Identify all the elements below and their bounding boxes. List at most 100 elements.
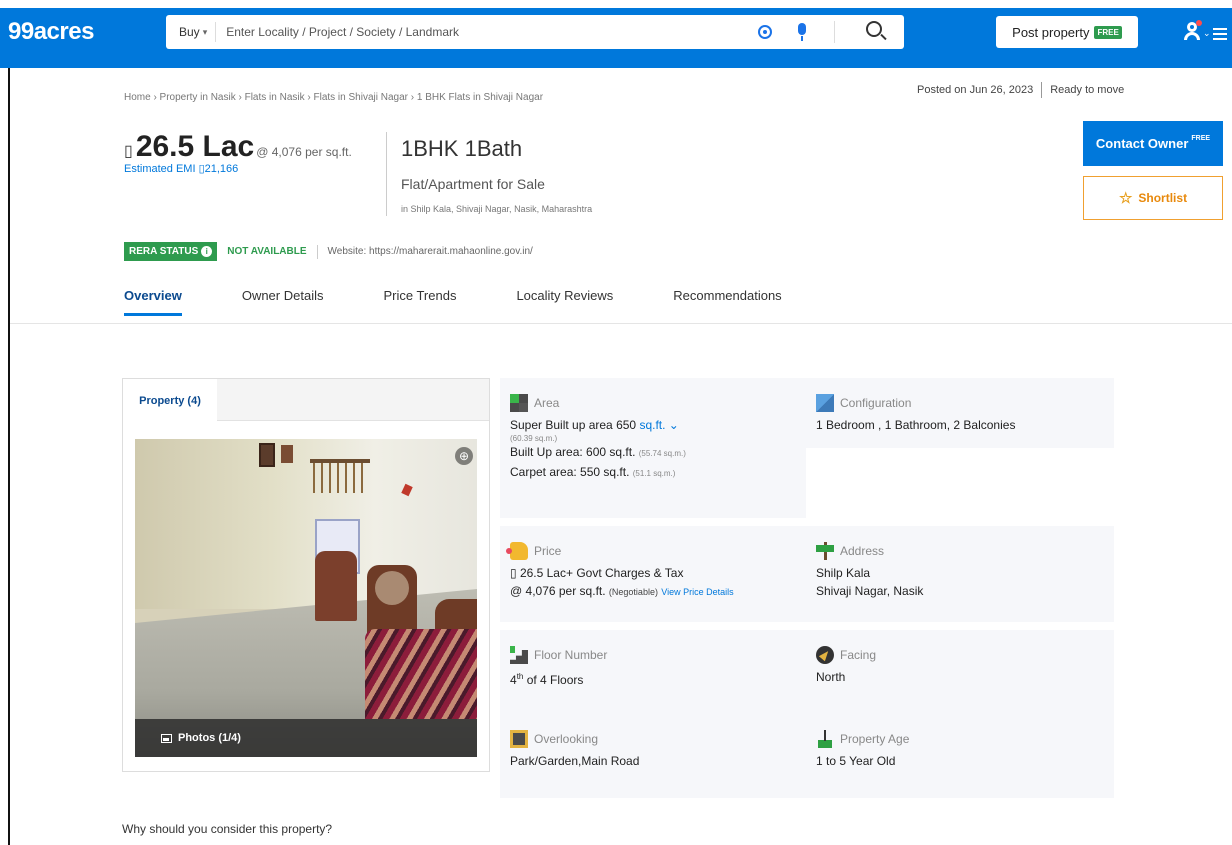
breadcrumb[interactable]: Home › Property in Nasik › Flats in Nasi… <box>124 92 543 103</box>
posted-date: Posted on Jun 26, 2023 <box>917 84 1034 96</box>
buy-dropdown-label: Buy <box>179 25 200 39</box>
zoom-in-icon[interactable]: ⊕ <box>455 447 473 465</box>
address-line1: Shilp Kala <box>816 566 871 580</box>
photo-card: Property (4) ⊕ Photos (1/4) <box>122 378 490 772</box>
detail-age-heading: Property Age <box>816 730 1104 748</box>
detail-configuration-label: Configuration <box>840 396 912 410</box>
configuration-value: 1 Bedroom , 1 Bathroom, 2 Balconies <box>816 418 1016 432</box>
photo-wall-frame <box>281 445 293 463</box>
property-photo[interactable]: ⊕ Photos (1/4) <box>135 439 477 757</box>
tab-locality-reviews[interactable]: Locality Reviews <box>516 288 613 316</box>
built-up-area-sqm: (55.74 sq.m.) <box>638 449 686 458</box>
building-age-icon <box>816 730 834 748</box>
shortlist-label: Shortlist <box>1138 191 1188 205</box>
contact-owner-button[interactable]: Contact Owner FREE <box>1083 121 1223 166</box>
price-block: ▯ 26.5 Lac @ 4,076 per sq.ft. <box>124 130 352 164</box>
detail-address: Address Shilp Kala Shivaji Nagar, Nasik <box>806 526 1114 622</box>
window-icon <box>510 730 528 748</box>
post-property-button[interactable]: Post property FREE <box>996 16 1138 48</box>
microphone-icon[interactable] <box>798 23 806 41</box>
search-divider <box>215 22 217 42</box>
shortlist-button[interactable]: ☆ Shortlist <box>1083 176 1223 220</box>
property-age-value: 1 to 5 Year Old <box>816 754 896 768</box>
estimated-emi-link[interactable]: Estimated EMI ▯21,166 <box>124 162 238 175</box>
section-tabs: Overview Owner Details Price Trends Loca… <box>124 288 842 316</box>
super-built-area-value: Super Built up area 650 <box>510 418 637 432</box>
detail-overlooking-label: Overlooking <box>534 732 599 746</box>
address-line2: Shivaji Nagar, Nasik <box>816 584 924 598</box>
config-title: 1BHK 1Bath <box>401 136 523 161</box>
top-strip <box>0 0 1232 8</box>
chevron-down-icon[interactable]: ⌄ <box>1203 28 1211 39</box>
detail-age-label: Property Age <box>840 732 910 746</box>
detail-overlooking: Overlooking Park/Garden,Main Road <box>500 714 806 798</box>
user-account-icon[interactable] <box>1184 20 1202 40</box>
built-up-area-value: Built Up area: 600 sq.ft. <box>510 445 636 459</box>
search-divider-2 <box>834 21 835 43</box>
top-header: 99acres Buy ▾ Post property FREE ⌄ <box>0 8 1232 68</box>
contact-owner-label: Contact Owner <box>1095 136 1189 151</box>
rera-website: Website: https://maharerait.mahaonline.g… <box>327 246 533 257</box>
photo-count: Photos (1/4) <box>178 732 241 744</box>
rera-row: RERA STATUS i NOT AVAILABLE Website: htt… <box>124 242 533 261</box>
posted-info: Posted on Jun 26, 2023 Ready to move <box>917 82 1124 98</box>
detail-price-label: Price <box>534 544 562 558</box>
detail-floor: Floor Number 4th of 4 Floors <box>500 630 806 714</box>
floor-value: 4th of 4 Floors <box>510 668 796 689</box>
photo-chair <box>367 565 417 635</box>
rera-badge: RERA STATUS i <box>124 242 218 261</box>
detail-floor-heading: Floor Number <box>510 646 796 664</box>
price-tag-icon <box>506 542 528 560</box>
price-per-sqft-value: @ 4,076 per sq.ft. <box>510 584 606 598</box>
config-location: in Shilp Kala, Shivaji Nagar, Nasik, Mah… <box>401 204 593 214</box>
photo-hangings <box>313 463 363 493</box>
hamburger-menu-icon[interactable] <box>1213 28 1227 40</box>
tab-overview[interactable]: Overview <box>124 288 182 316</box>
photo-sofa <box>365 629 477 719</box>
rera-divider <box>316 244 318 259</box>
user-body <box>1184 32 1200 40</box>
price-value: ▯ 26.5 Lac+ Govt Charges & Tax <box>510 566 684 580</box>
tab-property-photos[interactable]: Property (4) <box>123 379 217 422</box>
view-price-details-link[interactable]: View Price Details <box>661 587 733 597</box>
chevron-down-icon: ⌄ <box>668 418 679 432</box>
search-input[interactable] <box>226 25 717 39</box>
price-per-sqft-line: @ 4,076 per sq.ft. (Negotiable) View Pri… <box>510 582 796 601</box>
summary-divider <box>386 132 387 216</box>
location-target-icon[interactable] <box>758 25 772 39</box>
configuration-icon <box>816 394 834 412</box>
detail-price-heading: Price <box>506 542 796 560</box>
rera-status: NOT AVAILABLE <box>227 246 307 257</box>
carpet-area-sqm: (51.1 sq.m.) <box>632 469 676 478</box>
page-left-border <box>8 68 10 845</box>
tab-price-trends[interactable]: Price Trends <box>383 288 456 316</box>
free-badge: FREE <box>1094 25 1122 39</box>
photo-wall <box>135 439 477 609</box>
facing-value: North <box>816 670 846 684</box>
image-icon <box>161 733 172 743</box>
compass-icon <box>816 646 834 664</box>
area-unit-dropdown[interactable]: sq.ft. ⌄ <box>639 418 678 432</box>
tab-owner-details[interactable]: Owner Details <box>242 288 324 316</box>
info-icon[interactable]: i <box>201 246 213 257</box>
detail-area: Area Super Built up area 650 sq.ft. ⌄ (6… <box>500 378 806 518</box>
detail-configuration-heading: Configuration <box>816 394 1104 412</box>
photo-caption-bar[interactable]: Photos (1/4) <box>135 719 477 757</box>
configuration-blank <box>806 448 1114 518</box>
site-logo[interactable]: 99acres <box>8 18 94 46</box>
notification-dot <box>1196 20 1202 26</box>
floor-total: of 4 Floors <box>526 673 584 687</box>
star-icon: ☆ <box>1118 190 1133 207</box>
property-details-grid: Area Super Built up area 650 sq.ft. ⌄ (6… <box>500 378 1114 798</box>
why-consider-heading: Why should you consider this property? <box>122 822 333 836</box>
tab-recommendations[interactable]: Recommendations <box>673 288 781 316</box>
search-bar: Buy ▾ <box>166 15 904 49</box>
photo-wall-frame <box>259 443 275 467</box>
price-per-sqft: @ 4,076 per sq.ft. <box>256 145 352 159</box>
floor-stairs-icon <box>510 646 528 664</box>
buy-dropdown[interactable]: Buy ▾ <box>179 25 207 39</box>
detail-facing-heading: Facing <box>816 646 1104 664</box>
super-built-area-sqm: (60.39 sq.m.) <box>510 434 558 443</box>
search-icon[interactable] <box>866 21 882 37</box>
carpet-area: Carpet area: 550 sq.ft. (51.1 sq.m.) <box>510 463 796 483</box>
